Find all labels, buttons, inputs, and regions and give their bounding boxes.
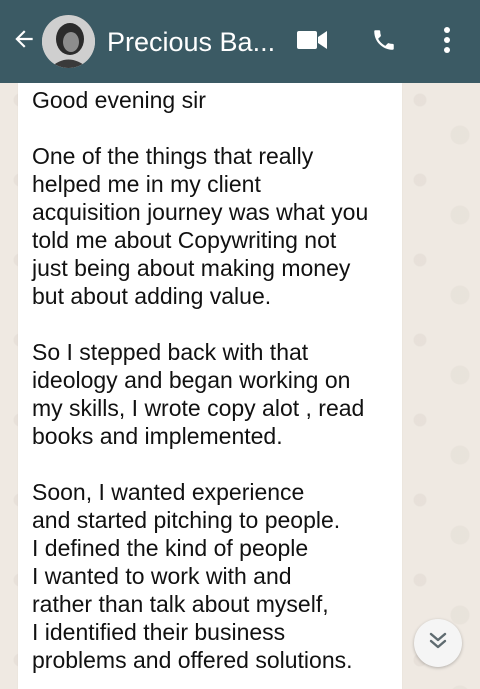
more-options-button[interactable] xyxy=(425,20,469,64)
message-paragraph: So I stepped back with that ideology and… xyxy=(32,339,365,449)
contact-name[interactable]: Precious Ba... xyxy=(107,26,282,58)
video-call-button[interactable] xyxy=(290,20,334,64)
scroll-to-bottom-button[interactable] xyxy=(414,619,462,667)
contact-avatar[interactable] xyxy=(42,15,95,68)
message-paragraph: One of the things that really helped me … xyxy=(32,143,369,309)
voice-call-button[interactable] xyxy=(362,20,406,64)
message-paragraph: Good evening sir xyxy=(32,87,206,113)
message-text: Good evening sir One of the things that … xyxy=(32,86,394,674)
back-button[interactable] xyxy=(6,20,42,62)
video-camera-icon xyxy=(296,29,328,56)
message-paragraph: Soon, I wanted experience and started pi… xyxy=(32,479,353,673)
arrow-left-icon xyxy=(11,26,37,57)
chat-header: Precious Ba... xyxy=(0,0,480,83)
more-vertical-icon xyxy=(442,26,452,59)
phone-icon xyxy=(371,27,397,58)
double-chevron-down-icon xyxy=(427,630,449,657)
